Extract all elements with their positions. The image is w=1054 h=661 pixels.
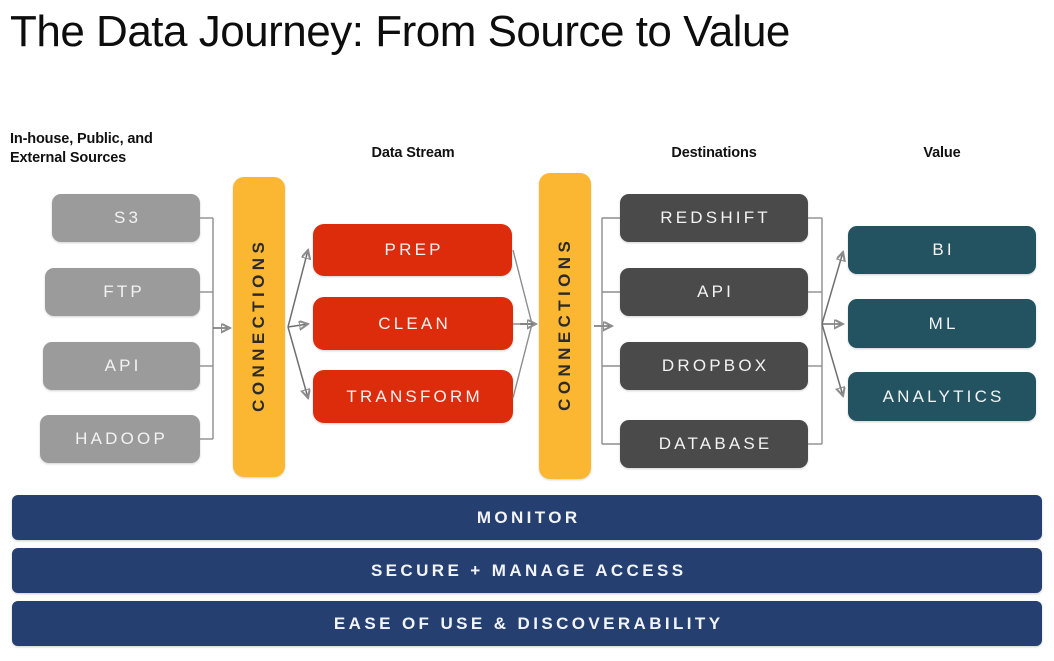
page-title: The Data Journey: From Source to Value [10,7,790,56]
foundation-bar-secure-manage-access-label: SECURE + MANAGE ACCESS [370,560,687,580]
connections-pillar-left-label: CONNECTIONS [249,237,268,412]
destination-box-api[interactable]: API [620,268,808,316]
connections-pillar-right-label: CONNECTIONS [555,236,574,411]
foundation-bar-secure-manage-access[interactable]: SECURE + MANAGE ACCESS [12,548,1042,593]
source-box-s3[interactable]: S3 [52,194,200,242]
value-label-analytics: ANALYTICS [882,386,1005,406]
value-box-analytics[interactable]: ANALYTICS [848,372,1036,421]
destination-label-database: DATABASE [658,434,773,453]
destination-label-redshift: REDSHIFT [660,208,771,227]
value-box-bi[interactable]: BI [848,226,1036,274]
column-header-value: Value [923,145,961,161]
wires-connections-to-stream [287,250,308,398]
column-header-sources-line1: In-house, Public, and [10,131,153,147]
foundation-bar-ease-of-use[interactable]: EASE OF USE & DISCOVERABILITY [12,601,1042,646]
source-label-api: API [104,356,142,375]
foundation-bar-monitor-label: MONITOR [476,507,581,527]
stream-box-transform[interactable]: TRANSFORM [313,370,513,423]
destination-label-dropbox: DROPBOX [661,356,770,375]
stream-box-prep[interactable]: PREP [313,224,512,276]
stream-label-clean: CLEAN [378,313,451,333]
source-label-hadoop: HADOOP [75,429,169,448]
wires-stream-to-connections [512,249,536,399]
stream-label-prep: PREP [384,240,444,259]
value-box-ml[interactable]: ML [848,299,1036,348]
destination-label-api: API [697,282,735,301]
destination-box-database[interactable]: DATABASE [620,420,808,468]
wires-connections-to-destinations [594,217,620,445]
connections-pillar-right[interactable]: CONNECTIONS [539,173,591,479]
foundation-bar-monitor[interactable]: MONITOR [12,495,1042,540]
destination-box-redshift[interactable]: REDSHIFT [620,194,808,242]
connections-pillar-left[interactable]: CONNECTIONS [233,177,285,477]
value-label-bi: BI [932,240,955,259]
value-label-ml: ML [928,313,959,333]
wires-destinations-to-value [808,217,843,445]
destination-box-dropbox[interactable]: DROPBOX [620,342,808,390]
source-label-s3: S3 [113,208,142,227]
column-header-data-stream: Data Stream [371,145,455,161]
source-box-ftp[interactable]: FTP [45,268,200,316]
source-box-hadoop[interactable]: HADOOP [40,415,200,463]
diagram-canvas: The Data Journey: From Source to Value I… [0,0,1054,661]
stream-box-clean[interactable]: CLEAN [313,297,513,350]
column-header-sources: In-house, Public, and External Sources [10,130,220,168]
column-header-destinations: Destinations [671,145,757,161]
source-label-ftp: FTP [103,282,145,301]
source-box-api[interactable]: API [43,342,200,390]
column-header-sources-line2: External Sources [10,150,127,167]
stream-label-transform: TRANSFORM [346,386,483,406]
wires-sources-to-connections [200,217,230,440]
foundation-bar-ease-of-use-label: EASE OF USE & DISCOVERABILITY [333,613,724,633]
